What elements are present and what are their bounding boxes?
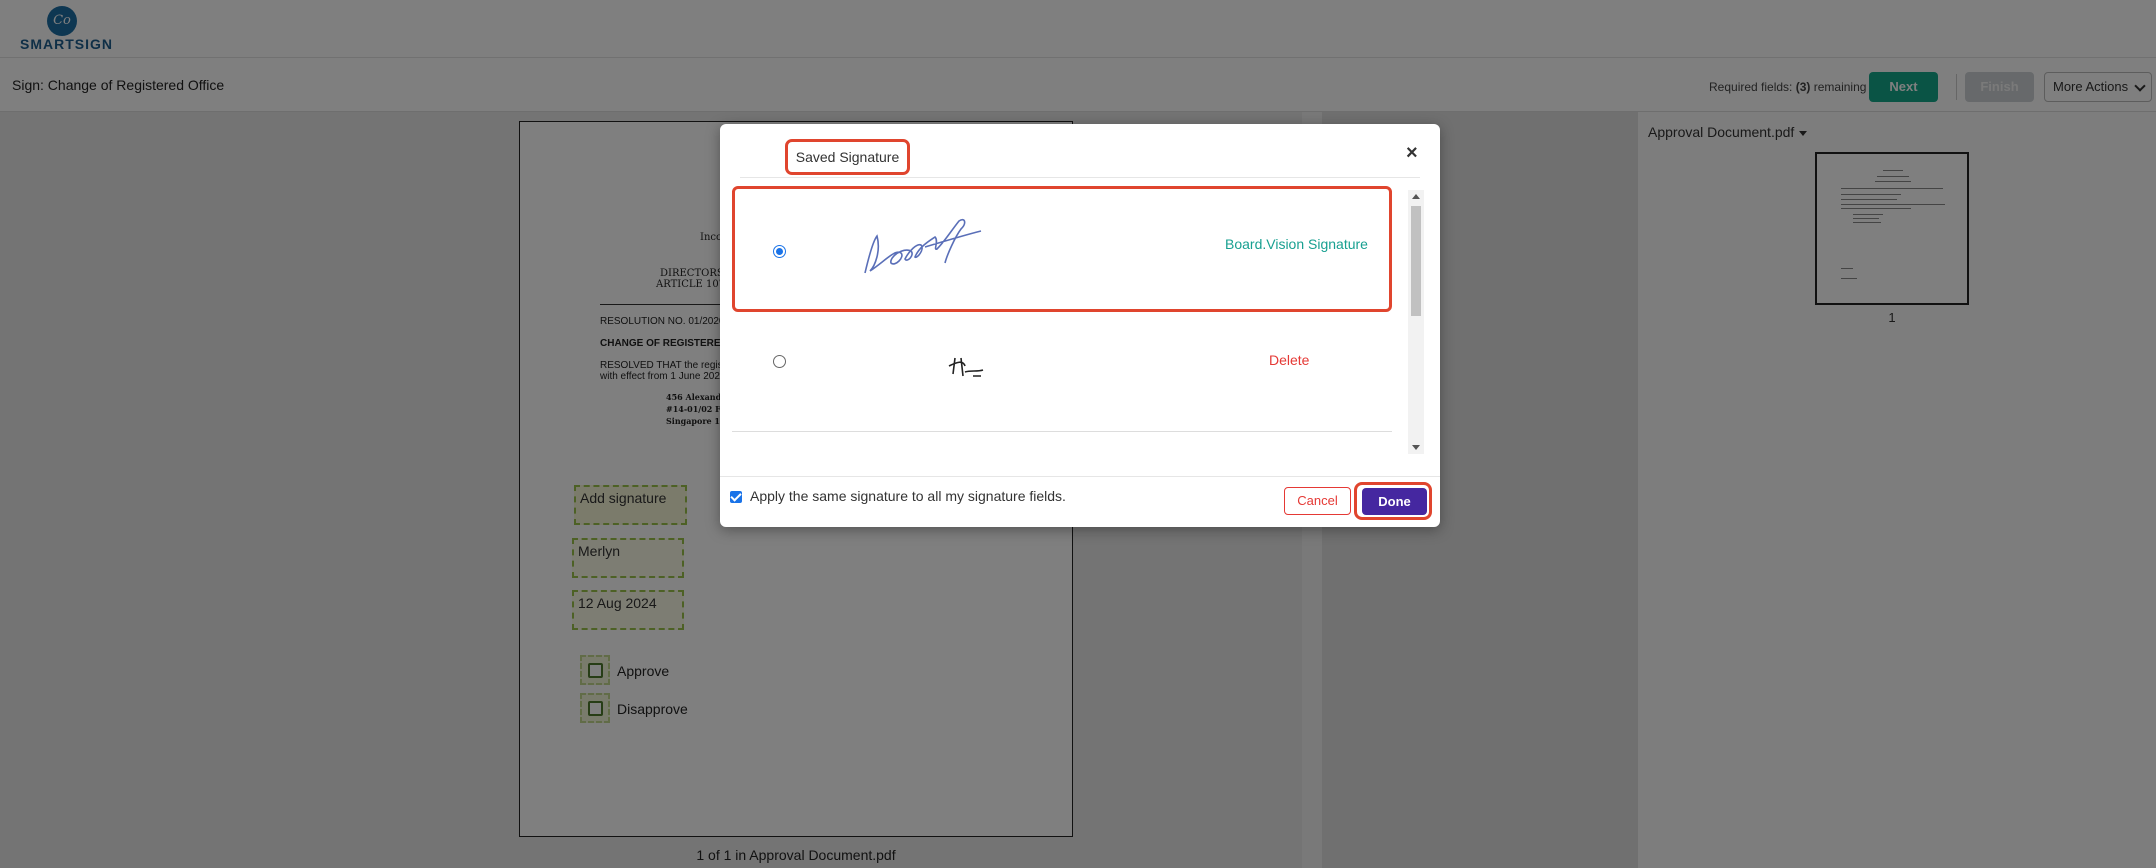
done-button[interactable]: Done: [1362, 488, 1427, 515]
signature-option[interactable]: Board.Vision Signature: [732, 186, 1392, 312]
cancel-button[interactable]: Cancel: [1284, 487, 1351, 515]
signature-list-scrollbar[interactable]: [1408, 190, 1424, 454]
signature-list: Board.Vision Signature Delete: [732, 184, 1408, 444]
signature-name: Board.Vision Signature: [1225, 236, 1368, 252]
signature-radio[interactable]: [773, 355, 786, 368]
signature-image: [948, 357, 984, 377]
apply-all-checkbox[interactable]: [730, 491, 742, 503]
signature-option[interactable]: Delete: [732, 314, 1392, 432]
close-icon[interactable]: ×: [1406, 142, 1418, 165]
scrollbar-thumb[interactable]: [1411, 206, 1421, 316]
scroll-up-icon[interactable]: [1412, 194, 1420, 199]
apply-all-label: Apply the same signature to all my signa…: [750, 488, 1066, 504]
tab-divider: [740, 177, 1420, 178]
scroll-down-icon[interactable]: [1412, 445, 1420, 450]
tab-saved-signature[interactable]: Saved Signature: [785, 139, 910, 175]
saved-signature-dialog: Saved Signature × Board.Vision Signature…: [720, 124, 1440, 527]
signature-radio-selected[interactable]: [773, 245, 786, 258]
footer-divider: [720, 476, 1440, 477]
delete-signature-link[interactable]: Delete: [1269, 352, 1309, 368]
signature-image: [864, 218, 982, 274]
